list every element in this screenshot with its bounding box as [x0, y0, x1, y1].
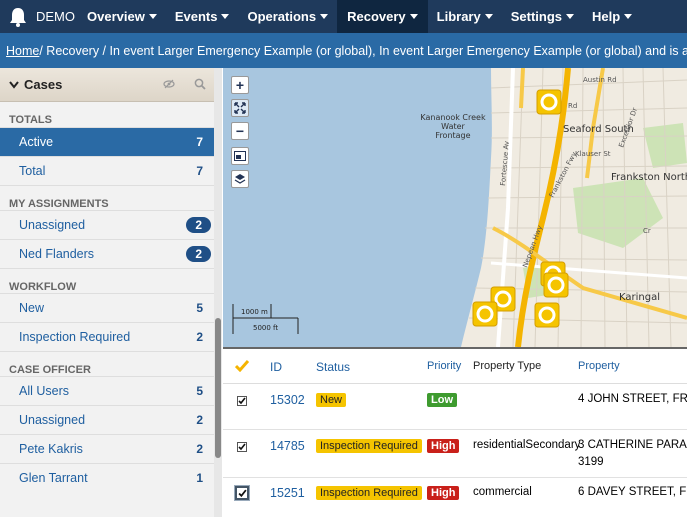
sidebar-scrollbar[interactable]	[214, 68, 222, 517]
property-type: commercial	[473, 486, 532, 498]
property-address: 4 JOHN STREET, FRANK	[578, 393, 687, 405]
row-checkbox[interactable]	[235, 486, 249, 500]
column-status[interactable]: Status	[316, 360, 350, 374]
top-nav: DEMO Overview Events Operations Recovery…	[0, 0, 687, 33]
map-label-frankston-north: Frankston North	[611, 172, 687, 183]
chevron-down-icon	[221, 14, 230, 19]
section-workflow: WORKFLOW	[0, 268, 221, 293]
map-label-rd: Rd	[568, 102, 577, 110]
sidebar-item-active[interactable]: Active 7	[0, 127, 221, 156]
nav-overview[interactable]: Overview	[78, 0, 166, 33]
scale-meters: 1000 m	[241, 308, 268, 316]
column-priority[interactable]: Priority	[427, 360, 461, 372]
breadcrumb-path: / Recovery / In event Larger Emergency E…	[39, 43, 687, 58]
column-id[interactable]: ID	[270, 360, 282, 374]
brand-name[interactable]: DEMO	[36, 9, 78, 24]
map-panel-icon[interactable]	[231, 147, 249, 165]
column-property[interactable]: Property	[578, 360, 620, 372]
sidebar-item-officer-unassigned[interactable]: Unassigned 2	[0, 405, 221, 434]
status-badge: Inspection Required	[316, 486, 422, 500]
zoom-in-button[interactable]: +	[231, 76, 249, 94]
sidebar-item-inspection-required[interactable]: Inspection Required 2	[0, 322, 221, 351]
zoom-out-button[interactable]: −	[231, 122, 249, 140]
eye-off-icon[interactable]	[163, 78, 175, 90]
case-id-link[interactable]: 15302	[270, 393, 305, 407]
map-label-klauser-st: Klauser St	[575, 150, 611, 158]
scrollbar-thumb[interactable]	[215, 318, 221, 458]
property-type: residentialSecondary	[473, 439, 581, 451]
case-marker[interactable]	[536, 89, 562, 115]
chevron-down-icon	[409, 14, 418, 19]
section-totals: TOTALS	[9, 114, 52, 126]
map-label-karingal: Karingal	[619, 292, 660, 303]
cases-sidebar: Cases TOTALS Active 7 Total 7 MY ASSIGNMEN…	[0, 68, 222, 517]
priority-badge: High	[427, 486, 460, 500]
section-case-officer: CASE OFFICER	[0, 351, 221, 376]
layers-icon[interactable]	[231, 170, 249, 188]
sidebar-item-glen-tarrant[interactable]: Glen Tarrant 1	[0, 463, 221, 492]
breadcrumb-home-link[interactable]: Home	[6, 44, 39, 58]
table-row[interactable]: 15251 Inspection Required High commercia…	[223, 478, 687, 517]
sidebar-item-pete-kakris[interactable]: Pete Kakris 2	[0, 434, 221, 463]
scale-feet: 5000 ft	[253, 324, 278, 332]
nav-operations[interactable]: Operations	[238, 0, 337, 33]
sidebar-item-unassigned[interactable]: Unassigned 2	[0, 210, 221, 239]
count-badge: 2	[186, 217, 211, 233]
check-all-icon[interactable]	[235, 360, 249, 372]
case-marker[interactable]	[534, 302, 560, 328]
chevron-down-icon[interactable]	[9, 80, 19, 89]
chevron-down-icon	[148, 14, 157, 19]
cases-panel-header[interactable]: Cases	[0, 68, 221, 102]
nav-help[interactable]: Help	[583, 0, 641, 33]
cases-table: ID Status Priority Property Type Propert…	[223, 347, 687, 517]
count-badge: 2	[186, 246, 211, 262]
map-scale-bar: 1000 m 5000 ft	[232, 304, 299, 334]
chevron-down-icon	[484, 14, 493, 19]
row-checkbox[interactable]	[237, 442, 247, 452]
bell-icon[interactable]	[0, 0, 36, 33]
property-address: 3 CATHERINE PARADE,	[578, 439, 687, 451]
chevron-down-icon	[320, 14, 329, 19]
map-label-creek: Kananook Creek	[420, 113, 486, 122]
case-id-link[interactable]: 15251	[270, 486, 305, 500]
sidebar-item-ned-flanders[interactable]: Ned Flanders 2	[0, 239, 221, 268]
case-marker[interactable]	[543, 272, 569, 298]
sidebar-item-total[interactable]: Total 7	[0, 156, 221, 185]
status-badge: New	[316, 393, 347, 407]
sidebar-item-all-users[interactable]: All Users 5	[0, 376, 221, 405]
fullscreen-icon[interactable]	[231, 99, 249, 117]
map-label-water: Water	[441, 122, 465, 131]
priority-badge: Low	[427, 393, 457, 407]
search-icon[interactable]	[194, 78, 206, 90]
case-marker[interactable]	[472, 301, 498, 327]
chevron-down-icon	[566, 14, 575, 19]
nav-library[interactable]: Library	[428, 0, 502, 33]
property-address: 6 DAVEY STREET, FRANK	[578, 486, 687, 498]
chevron-down-icon	[624, 14, 633, 19]
nav-recovery[interactable]: Recovery	[337, 0, 428, 33]
map-view[interactable]: Kananook Creek Water Frontage Seaford So…	[223, 68, 687, 347]
table-row[interactable]: 14785 Inspection Required High residenti…	[223, 430, 687, 478]
priority-badge: High	[427, 439, 460, 453]
breadcrumb: Home / Recovery / In event Larger Emerge…	[0, 33, 687, 68]
map-label-frontage: Frontage	[435, 131, 470, 140]
cases-panel-title: Cases	[24, 77, 63, 92]
row-checkbox[interactable]	[237, 396, 247, 406]
property-postcode: 3199	[578, 456, 604, 468]
section-my-assignments: MY ASSIGNMENTS	[0, 185, 221, 210]
status-badge: Inspection Required	[316, 439, 422, 453]
nav-events[interactable]: Events	[166, 0, 239, 33]
map-label-austin-rd: Austin Rd	[583, 76, 617, 84]
sidebar-item-new[interactable]: New 5	[0, 293, 221, 322]
map-label-cr: Cr	[643, 227, 651, 235]
table-row[interactable]: 15302 New Low 4 JOHN STREET, FRANK	[223, 384, 687, 430]
case-id-link[interactable]: 14785	[270, 439, 305, 453]
table-header: ID Status Priority Property Type Propert…	[223, 349, 687, 384]
column-property-type[interactable]: Property Type	[473, 360, 541, 372]
nav-settings[interactable]: Settings	[502, 0, 583, 33]
